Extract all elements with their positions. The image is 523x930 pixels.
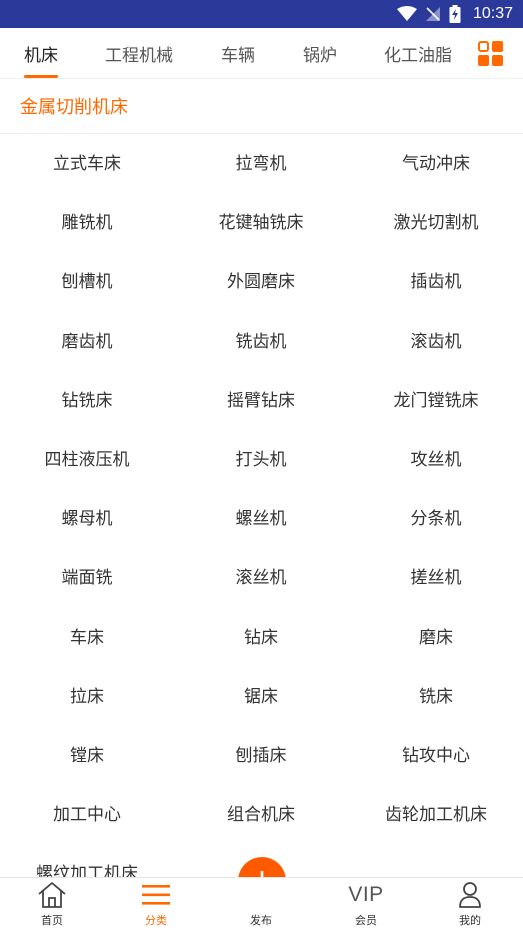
battery-charging-icon [449, 5, 461, 23]
subcategory-item[interactable]: 打头机 [174, 445, 348, 475]
tab-vehicles[interactable]: 车辆 [221, 28, 255, 78]
subcategory-item[interactable]: 加工中心 [0, 800, 174, 830]
subcategory-item[interactable]: 齿轮加工机床 [349, 800, 523, 830]
tab-construction-machinery[interactable]: 工程机械 [105, 28, 173, 78]
subcategory-item[interactable]: 攻丝机 [349, 445, 523, 475]
subcategory-item[interactable]: 铣齿机 [174, 327, 348, 357]
nav-publish[interactable]: 发布 [209, 878, 313, 930]
subcategory-item[interactable]: 磨齿机 [0, 327, 174, 357]
subcategory-item[interactable]: 龙门镗铣床 [349, 386, 523, 416]
subcategory-item[interactable]: 刨插床 [174, 741, 348, 771]
subcategory-grid: 立式车床 拉弯机 气动冲床雕铣机 花键轴铣床 激光切割机刨槽机 外圆磨床 插齿机磨齿机 铣齿机… [0, 135, 523, 877]
subcategory-item[interactable]: 刨槽机 [0, 267, 174, 297]
section-title: 金属切削机床 [0, 78, 523, 134]
subcategory-item[interactable]: 拉床 [0, 682, 174, 712]
subcategory-item[interactable]: 插齿机 [349, 267, 523, 297]
nav-category-label: 分类 [145, 914, 167, 927]
tab-machine-tools[interactable]: 机床 [24, 28, 58, 78]
subcategory-item[interactable]: 钻铣床 [0, 386, 174, 416]
subcategory-item[interactable]: 钻攻中心 [349, 741, 523, 771]
subcategory-item[interactable]: 四柱液压机 [0, 445, 174, 475]
subcategory-item[interactable]: 磨床 [349, 623, 523, 653]
category-tabs: 机床 工程机械 车辆 锅炉 化工油脂 [0, 28, 523, 78]
subcategory-item[interactable]: 激光切割机 [349, 208, 523, 238]
user-icon [458, 880, 482, 910]
subcategory-item[interactable]: 螺母机 [0, 504, 174, 534]
nav-home[interactable]: 首页 [0, 878, 104, 930]
subcategory-item[interactable]: 车床 [0, 623, 174, 653]
subcategory-item[interactable]: 端面铣 [0, 563, 174, 593]
nav-member[interactable]: VIP 会员 [314, 878, 418, 930]
subcategory-item[interactable]: 滚齿机 [349, 327, 523, 357]
status-bar: 10:37 [0, 0, 523, 28]
subcategory-item[interactable]: 花键轴铣床 [174, 208, 348, 238]
home-icon [37, 880, 67, 910]
vip-icon: VIP [348, 883, 384, 906]
nav-mine-label: 我的 [459, 914, 481, 927]
subcategory-item[interactable]: 铣床 [349, 682, 523, 712]
subcategory-item[interactable]: 滚丝机 [174, 563, 348, 593]
subcategory-item[interactable]: 拉弯机 [174, 149, 348, 179]
subcategory-item[interactable]: 螺丝机 [174, 504, 348, 534]
bottom-nav: 首页 分类 发布 VIP 会员 我的 [0, 877, 523, 929]
no-sim-icon [425, 6, 441, 22]
nav-category[interactable]: 分类 [104, 878, 208, 930]
subcategory-item[interactable]: 外圆磨床 [174, 267, 348, 297]
all-categories-grid-icon[interactable] [478, 41, 503, 66]
subcategory-item[interactable]: 组合机床 [174, 800, 348, 830]
subcategory-item[interactable]: 锯床 [174, 682, 348, 712]
subcategory-item[interactable]: 镗床 [0, 741, 174, 771]
nav-mine[interactable]: 我的 [418, 878, 522, 930]
subcategory-item[interactable]: 钻床 [174, 623, 348, 653]
nav-home-label: 首页 [41, 914, 63, 927]
menu-icon [141, 880, 171, 910]
subcategory-item[interactable]: 立式车床 [0, 149, 174, 179]
subcategory-item[interactable]: 搓丝机 [349, 563, 523, 593]
subcategory-item[interactable]: 分条机 [349, 504, 523, 534]
subcategory-item[interactable]: 雕铣机 [0, 208, 174, 238]
nav-publish-label: 发布 [250, 914, 272, 927]
wifi-icon [396, 6, 417, 22]
nav-member-label: 会员 [355, 914, 377, 927]
clock: 10:37 [472, 5, 513, 22]
subcategory-item[interactable]: 气动冲床 [349, 149, 523, 179]
tab-chemical-oils[interactable]: 化工油脂 [384, 28, 452, 78]
tab-boilers[interactable]: 锅炉 [303, 28, 337, 78]
subcategory-item[interactable]: 螺纹加工机床 [0, 859, 174, 877]
subcategory-item[interactable]: 摇臂钻床 [174, 386, 348, 416]
